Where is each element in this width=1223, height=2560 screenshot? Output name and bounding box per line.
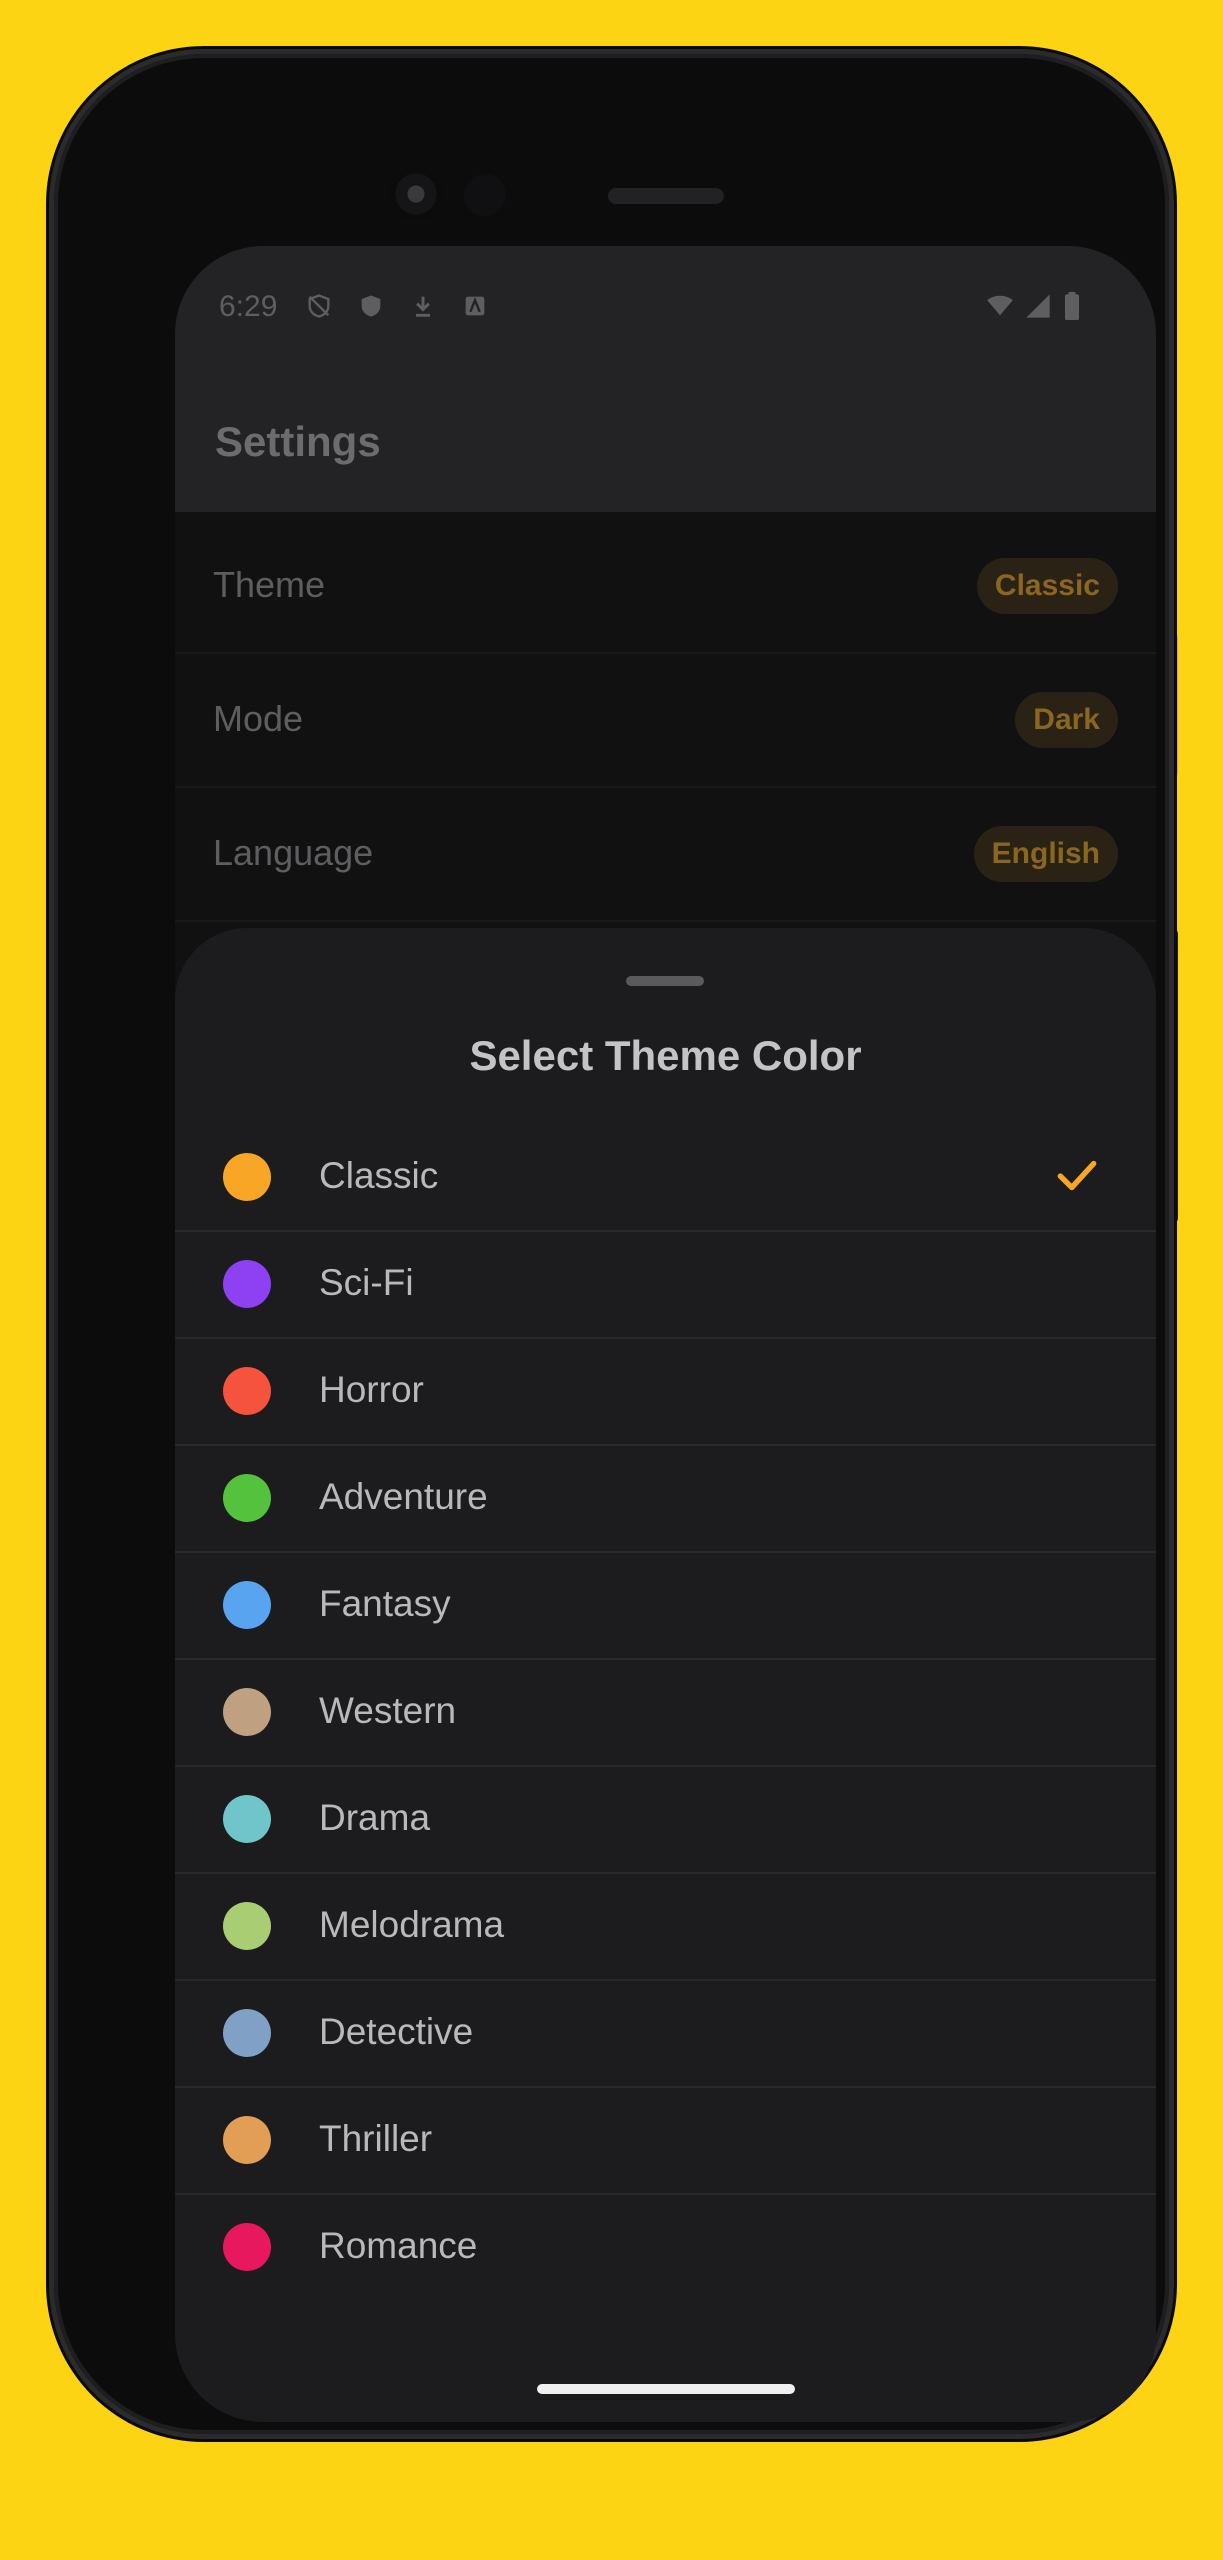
settings-row-language[interactable]: Language English: [175, 788, 1156, 922]
theme-option-adventure[interactable]: Adventure: [175, 1445, 1156, 1553]
color-swatch: [223, 2009, 271, 2057]
app-notification-icon: [465, 296, 485, 316]
theme-option-thriller[interactable]: Thriller: [175, 2087, 1156, 2195]
sheet-title: Select Theme Color: [469, 1032, 862, 1079]
color-swatch: [223, 1260, 271, 1308]
theme-option-label: Sci-Fi: [319, 1262, 414, 1303]
status-time: 6:29: [219, 290, 278, 323]
shield-off-icon: [308, 294, 330, 318]
download-icon: [416, 296, 430, 317]
color-swatch: [223, 1367, 271, 1415]
settings-row-theme[interactable]: Theme Classic: [175, 520, 1156, 654]
settings-row-mode[interactable]: Mode Dark: [175, 654, 1156, 788]
wifi-icon: [987, 295, 1013, 316]
page-title: Settings: [215, 418, 381, 465]
settings-value-chip: Dark: [1015, 692, 1118, 748]
theme-option-western[interactable]: Western: [175, 1659, 1156, 1767]
theme-option-classic[interactable]: Classic: [175, 1124, 1156, 1232]
theme-bottom-sheet: Select Theme Color Classic Sci-Fi Horror…: [175, 928, 1156, 2422]
settings-row-label: Theme: [213, 564, 326, 605]
color-swatch: [223, 1474, 271, 1522]
home-indicator[interactable]: [537, 2384, 795, 2394]
theme-option-label: Detective: [319, 2011, 474, 2052]
theme-option-detective[interactable]: Detective: [175, 1980, 1156, 2088]
theme-option-label: Classic: [319, 1155, 439, 1196]
drag-handle[interactable]: [626, 976, 704, 986]
color-swatch: [223, 2116, 271, 2164]
theme-option-romance[interactable]: Romance: [175, 2194, 1156, 2300]
theme-option-label: Western: [319, 1690, 457, 1731]
color-swatch: [223, 1581, 271, 1629]
theme-option-label: Drama: [319, 1797, 431, 1838]
theme-option-label: Thriller: [319, 2118, 433, 2159]
color-swatch: [223, 2223, 271, 2271]
settings-value-chip: Classic: [976, 558, 1118, 614]
theme-option-melodrama[interactable]: Melodrama: [175, 1873, 1156, 1981]
theme-option-sci-fi[interactable]: Sci-Fi: [175, 1231, 1156, 1339]
theme-option-label: Adventure: [319, 1476, 488, 1517]
earpiece-speaker: [608, 188, 724, 204]
theme-option-label: Fantasy: [319, 1583, 451, 1624]
sensor: [464, 174, 506, 216]
color-swatch: [223, 1902, 271, 1950]
theme-option-label: Romance: [319, 2225, 478, 2266]
phone-frame: 6:29 Settings Theme Classic Mode Dark La…: [54, 54, 1169, 2434]
theme-option-drama[interactable]: Drama: [175, 1766, 1156, 1874]
color-swatch: [223, 1153, 271, 1201]
settings-row-label: Language: [213, 832, 374, 873]
color-swatch: [223, 1688, 271, 1736]
signal-icon: [1026, 294, 1050, 318]
battery-icon: [1065, 292, 1079, 320]
theme-option-label: Horror: [319, 1369, 424, 1410]
settings-row-label: Mode: [213, 698, 304, 739]
theme-option-label: Melodrama: [319, 1904, 505, 1945]
color-swatch: [223, 1795, 271, 1843]
settings-value-chip: English: [973, 826, 1118, 882]
shield-icon: [361, 295, 381, 317]
status-bar: 6:29: [175, 246, 1156, 338]
checkmark-icon: [1057, 1160, 1097, 1191]
screen: 6:29 Settings Theme Classic Mode Dark La…: [175, 246, 1156, 2422]
front-camera: [388, 166, 444, 222]
theme-option-horror[interactable]: Horror: [175, 1338, 1156, 1446]
theme-option-fantasy[interactable]: Fantasy: [175, 1552, 1156, 1660]
